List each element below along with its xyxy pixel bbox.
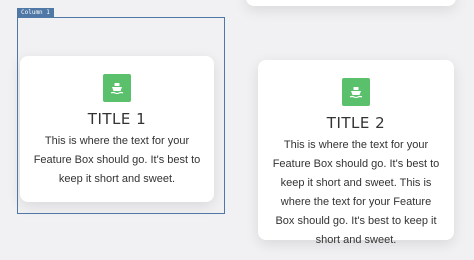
feature-card-top: [246, 0, 456, 6]
column-label[interactable]: Column 1: [17, 8, 54, 18]
column-outline[interactable]: [17, 17, 225, 214]
ship-icon: [342, 78, 370, 106]
card-text: This is where the text for your Feature …: [272, 139, 440, 246]
feature-card-2[interactable]: TITLE 2 This is where the text for your …: [258, 60, 454, 246]
card-title: TITLE 2: [326, 114, 386, 132]
